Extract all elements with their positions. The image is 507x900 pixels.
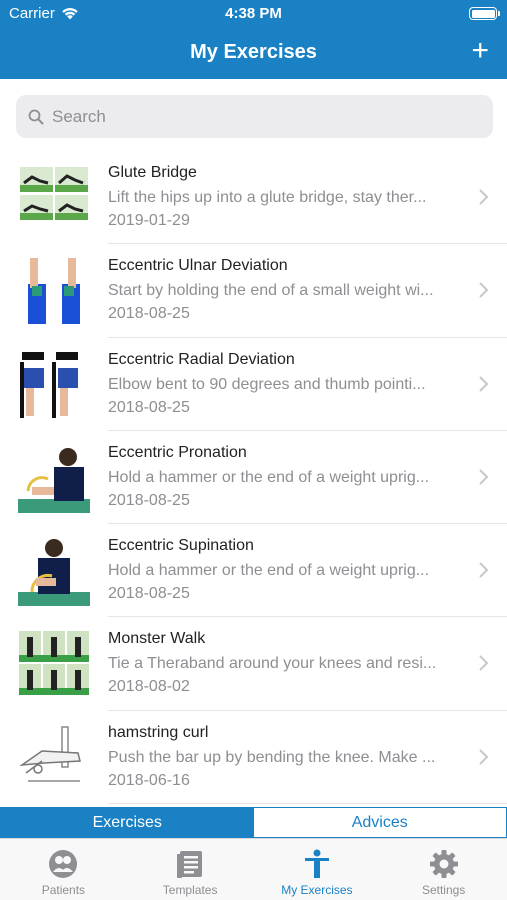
exercise-name: Eccentric Pronation — [108, 443, 247, 461]
chevron-right-icon — [479, 189, 489, 205]
radial-deviation-thumbnail — [18, 347, 90, 420]
exercise-date: 2018-08-25 — [108, 398, 190, 416]
chevron-right-icon — [479, 282, 489, 299]
exercise-description: Tie a Theraband around your knees and re… — [108, 655, 437, 673]
tab-templates[interactable]: Templates — [127, 839, 254, 900]
exercise-row[interactable]: Eccentric Ulnar Deviation Start by holdi… — [0, 244, 507, 338]
ulnar-deviation-thumbnail — [18, 254, 90, 327]
search-area — [0, 79, 507, 151]
segment-advices[interactable]: Advices — [253, 808, 506, 837]
exercise-row[interactable]: Glute Bridge Lift the hips up into a glu… — [0, 151, 507, 245]
battery-icon — [469, 7, 500, 20]
tab-label: Patients — [41, 883, 86, 897]
exercise-name: Eccentric Supination — [108, 537, 254, 555]
add-exercise-button[interactable]: + — [471, 36, 489, 66]
exercise-row[interactable]: Eccentric Supination Hold a hammer or th… — [0, 524, 507, 618]
exercise-name: Eccentric Ulnar Deviation — [108, 257, 288, 275]
chevron-right-icon — [479, 469, 489, 485]
exercise-description: Hold a hammer or the end of a weight upr… — [108, 562, 430, 580]
exercise-date: 2018-06-16 — [108, 771, 190, 789]
chevron-right-icon — [479, 562, 489, 578]
exercise-name: Eccentric Radial Deviation — [108, 350, 295, 368]
exercise-date: 2018-08-25 — [108, 585, 190, 603]
search-bar[interactable] — [16, 95, 493, 138]
exercise-description: Lift the hips up into a glute bridge, st… — [108, 189, 427, 206]
exercise-date: 2019-01-29 — [108, 212, 190, 229]
row-separator — [108, 803, 507, 805]
tab-my-exercises[interactable]: My Exercises — [254, 839, 381, 900]
segmented-control: Exercises Advices — [0, 807, 507, 838]
settings-icon — [429, 850, 458, 878]
patients-icon — [49, 850, 78, 878]
chevron-right-icon — [479, 375, 489, 392]
tab-bar: Patients Templates My Exercises Settings — [0, 838, 507, 900]
exercise-row[interactable]: Eccentric Radial Deviation Elbow bent to… — [0, 338, 507, 431]
exercise-date: 2018-08-25 — [108, 491, 190, 509]
exercise-name: Monster Walk — [108, 630, 206, 648]
status-time: 4:38 PM — [225, 5, 282, 22]
exercise-description: Push the bar up by bending the knee. Mak… — [108, 748, 436, 766]
exercise-description: Hold a hammer or the end of a weight upr… — [108, 468, 430, 486]
templates-icon — [177, 851, 203, 878]
my-exercises-icon — [304, 849, 329, 878]
supination-thumbnail — [18, 534, 90, 607]
exercise-row[interactable]: hamstring curl Push the bar up by bendin… — [0, 711, 507, 805]
tab-label: Settings — [421, 883, 466, 897]
exercise-description: Start by holding the end of a small weig… — [108, 282, 434, 300]
page-title: My Exercises — [190, 41, 317, 63]
exercise-name: hamstring curl — [108, 723, 209, 741]
glute-bridge-thumbnail — [20, 167, 88, 220]
exercise-list: Glute Bridge Lift the hips up into a glu… — [0, 151, 507, 807]
exercise-date: 2018-08-25 — [108, 305, 190, 323]
search-icon — [28, 109, 44, 124]
tab-label: My Exercises — [281, 883, 353, 897]
exercise-date: 2018-08-02 — [108, 678, 190, 696]
pronation-thumbnail — [18, 440, 90, 513]
search-input[interactable] — [52, 106, 452, 127]
segment-exercises[interactable]: Exercises — [1, 808, 254, 837]
monster-walk-thumbnail — [19, 631, 89, 696]
exercise-description: Elbow bent to 90 degrees and thumb point… — [108, 375, 426, 393]
exercise-name: Glute Bridge — [108, 164, 197, 181]
tab-patients[interactable]: Patients — [0, 839, 127, 900]
exercise-row[interactable]: Monster Walk Tie a Theraband around your… — [0, 617, 507, 711]
tab-settings[interactable]: Settings — [380, 839, 507, 900]
status-bar: Carrier 4:38 PM — [0, 0, 507, 28]
chevron-right-icon — [479, 655, 489, 672]
tab-label: Templates — [162, 883, 218, 897]
exercise-row[interactable]: Eccentric Pronation Hold a hammer or the… — [0, 431, 507, 525]
chevron-right-icon — [479, 749, 489, 765]
navigation-bar: My Exercises + — [0, 28, 507, 79]
hamstring-curl-thumbnail — [18, 720, 90, 793]
